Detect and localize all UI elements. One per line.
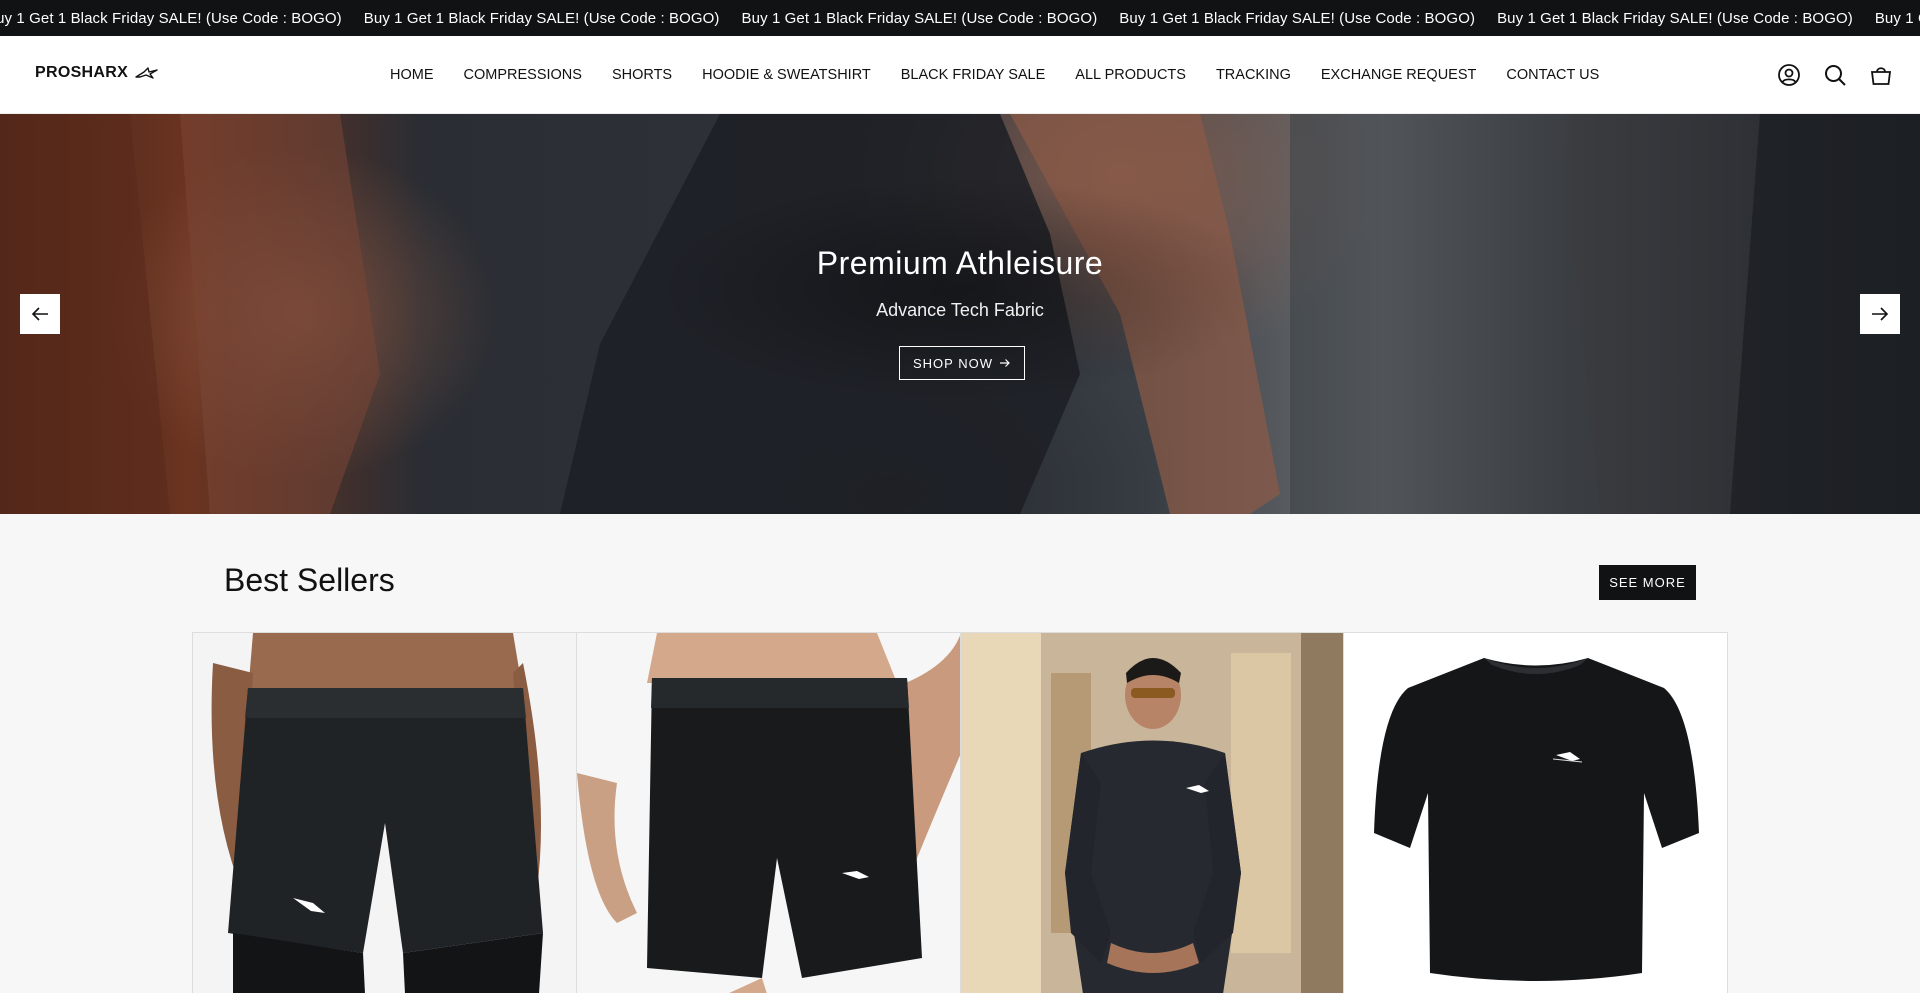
shop-now-button[interactable]: SHOP NOW <box>899 346 1025 380</box>
nav-all-products[interactable]: ALL PRODUCTS <box>1075 67 1186 83</box>
logo-text: PROSHARX <box>35 64 129 81</box>
nav-shorts[interactable]: SHORTS <box>612 67 672 83</box>
announcement-text: Buy 1 Get 1 Black Friday SALE! (Use Code… <box>1874 9 1920 27</box>
slider-next-button[interactable] <box>1860 294 1900 334</box>
announcement-bar: Buy 1 Get 1 Black Friday SALE! (Use Code… <box>0 0 1920 36</box>
product-card[interactable] <box>576 633 961 993</box>
announcement-track: Buy 1 Get 1 Black Friday SALE! (Use Code… <box>0 0 1920 36</box>
site-header: PROSHARX HOME COMPRESSIONS SHORTS HOODIE… <box>0 36 1920 114</box>
see-more-button[interactable]: SEE MORE <box>1599 565 1696 600</box>
arrow-left-icon <box>31 307 48 321</box>
nav-compressions[interactable]: COMPRESSIONS <box>464 67 582 83</box>
long-sleeve-compression-shirt-image <box>960 633 1344 993</box>
account-icon[interactable] <box>1776 62 1802 88</box>
arrow-right-icon <box>1872 307 1889 321</box>
logo[interactable]: PROSHARX <box>35 64 159 82</box>
announcement-text: Buy 1 Get 1 Black Friday SALE! (Use Code… <box>0 9 342 27</box>
shop-now-label: SHOP NOW <box>913 355 993 371</box>
hero-banner: Premium Athleisure Advance Tech Fabric S… <box>0 114 1920 514</box>
announcement-text: Buy 1 Get 1 Black Friday SALE! (Use Code… <box>741 9 1098 27</box>
best-sellers-heading: Best Sellers <box>224 562 395 598</box>
main-nav: HOME COMPRESSIONS SHORTS HOODIE & SWEATS… <box>390 36 1599 114</box>
slider-prev-button[interactable] <box>20 294 60 334</box>
black-lined-shorts-image <box>193 633 576 993</box>
black-shorts-image <box>576 633 960 993</box>
product-card[interactable] <box>960 633 1345 993</box>
nav-home[interactable]: HOME <box>390 67 434 83</box>
header-icons <box>1776 62 1894 88</box>
product-card[interactable] <box>193 633 577 993</box>
hero-title: Premium Athleisure <box>816 245 1104 281</box>
search-icon[interactable] <box>1822 62 1848 88</box>
announcement-text: Buy 1 Get 1 Black Friday SALE! (Use Code… <box>1497 9 1853 27</box>
nav-hoodie-sweatshirt[interactable]: HOODIE & SWEATSHIRT <box>702 67 871 83</box>
shark-logo-icon <box>135 67 158 79</box>
nav-exchange-request[interactable]: EXCHANGE REQUEST <box>1321 67 1477 83</box>
announcement-text: Buy 1 Get 1 Black Friday SALE! (Use Code… <box>1119 9 1476 27</box>
product-card[interactable] <box>1344 633 1728 993</box>
cart-icon[interactable] <box>1868 62 1894 88</box>
announcement-text: Buy 1 Get 1 Black Friday SALE! (Use Code… <box>363 9 720 27</box>
nav-contact-us[interactable]: CONTACT US <box>1506 67 1599 83</box>
nav-black-friday-sale[interactable]: BLACK FRIDAY SALE <box>901 67 1046 83</box>
arrow-right-icon <box>1000 359 1010 367</box>
short-sleeve-compression-tee-image <box>1344 633 1728 993</box>
hero-subtitle: Advance Tech Fabric <box>876 300 1044 320</box>
nav-tracking[interactable]: TRACKING <box>1216 67 1291 83</box>
product-grid <box>192 632 1728 993</box>
